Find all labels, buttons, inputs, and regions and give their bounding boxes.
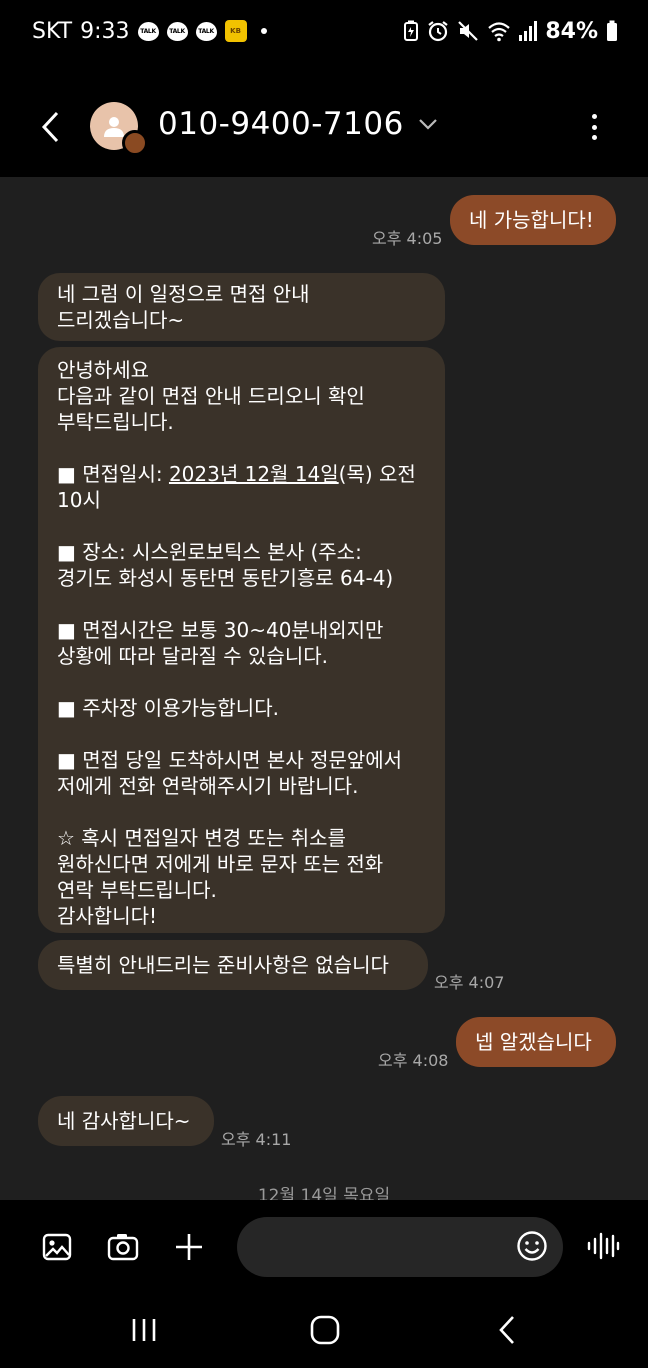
conversation-header: 010-9400-7106 bbox=[0, 62, 648, 177]
status-bar: SKT 9:33 TALK TALK TALK KB 84% bbox=[0, 0, 648, 62]
back-arrow-icon bbox=[41, 111, 59, 143]
contact-name[interactable]: 010-9400-7106 bbox=[158, 106, 404, 142]
camera-button[interactable] bbox=[106, 1230, 140, 1264]
battery-saver-icon bbox=[403, 20, 419, 42]
date-divider: 12월 14일 목요일 bbox=[257, 1186, 391, 1200]
date-link[interactable]: 2023년 12월 14일 bbox=[169, 462, 339, 486]
emoji-icon bbox=[517, 1231, 547, 1261]
kakaotalk-notification-icon: TALK bbox=[166, 21, 188, 41]
nav-back-icon bbox=[499, 1316, 514, 1344]
contact-expand-button[interactable] bbox=[418, 116, 438, 135]
camera-icon bbox=[107, 1234, 139, 1261]
voice-wave-icon bbox=[587, 1232, 620, 1260]
message-input[interactable] bbox=[237, 1217, 563, 1277]
plus-icon bbox=[176, 1234, 202, 1260]
carrier-label: SKT bbox=[32, 18, 73, 44]
battery-percent: 84% bbox=[545, 18, 598, 44]
incoming-message[interactable]: 네 그럼 이 일정으로 면접 안내 드리겠습니다~ bbox=[38, 273, 445, 341]
more-options-button[interactable] bbox=[584, 110, 604, 144]
clock: 9:33 bbox=[80, 18, 130, 44]
emoji-button[interactable] bbox=[516, 1230, 550, 1264]
gallery-button[interactable] bbox=[40, 1230, 74, 1264]
status-left: SKT 9:33 TALK TALK TALK KB bbox=[32, 19, 267, 44]
incoming-message[interactable]: 특별히 안내드리는 준비사항은 없습니다 bbox=[38, 940, 428, 990]
incoming-message-interview-info[interactable]: 안녕하세요 다음과 같이 면접 안내 드리오니 확인 부탁드립니다. ■ 면접일… bbox=[38, 347, 445, 933]
voice-input-button[interactable] bbox=[586, 1230, 620, 1264]
outgoing-message[interactable]: 넵 알겠습니다 bbox=[456, 1017, 616, 1067]
compose-bar bbox=[0, 1200, 648, 1296]
person-icon bbox=[104, 117, 124, 137]
recent-apps-button[interactable] bbox=[128, 1314, 160, 1346]
alarm-icon bbox=[427, 20, 449, 42]
kakaotalk-notification-icon: TALK bbox=[195, 21, 217, 41]
more-vertical-icon bbox=[591, 124, 597, 130]
system-nav-bar bbox=[0, 1296, 648, 1368]
message-badge-icon bbox=[122, 130, 148, 156]
chevron-down-icon bbox=[419, 119, 437, 130]
wifi-icon bbox=[487, 20, 511, 42]
nav-back-button[interactable] bbox=[494, 1314, 520, 1346]
more-vertical-icon bbox=[591, 135, 597, 140]
outgoing-message[interactable]: 네 가능합니다! bbox=[450, 195, 616, 245]
mute-icon bbox=[457, 20, 479, 42]
battery-icon bbox=[606, 20, 618, 42]
incoming-message[interactable]: 네 감사합니다~ bbox=[38, 1096, 214, 1146]
bank-app-notification-icon: KB bbox=[224, 20, 247, 42]
messages-screen: SKT 9:33 TALK TALK TALK KB 84% 010-9400-… bbox=[0, 0, 648, 1368]
gallery-icon bbox=[42, 1233, 72, 1261]
message-text: (목) 오전 10시 ■ 장소: 시스윈로보틱스 본사 (주소: 경기도 화성시… bbox=[57, 462, 416, 928]
conversation-area[interactable]: 오후 4:05 네 가능합니다! 네 그럼 이 일정으로 면접 안내 드리겠습니… bbox=[0, 177, 648, 1200]
signal-icon bbox=[519, 21, 538, 41]
more-notifications-dot-icon bbox=[260, 28, 267, 34]
recent-apps-icon bbox=[132, 1319, 156, 1341]
kakaotalk-notification-icon: TALK bbox=[137, 21, 159, 41]
message-time: 오후 4:08 bbox=[378, 1051, 449, 1070]
back-button[interactable] bbox=[36, 110, 64, 144]
message-time: 오후 4:05 bbox=[372, 229, 443, 248]
message-time: 오후 4:11 bbox=[221, 1130, 292, 1149]
attach-button[interactable] bbox=[172, 1230, 206, 1264]
more-vertical-icon bbox=[591, 114, 597, 119]
status-right: 84% bbox=[403, 19, 618, 44]
home-button[interactable] bbox=[308, 1314, 342, 1346]
home-icon bbox=[310, 1315, 340, 1345]
message-time: 오후 4:07 bbox=[434, 973, 505, 992]
